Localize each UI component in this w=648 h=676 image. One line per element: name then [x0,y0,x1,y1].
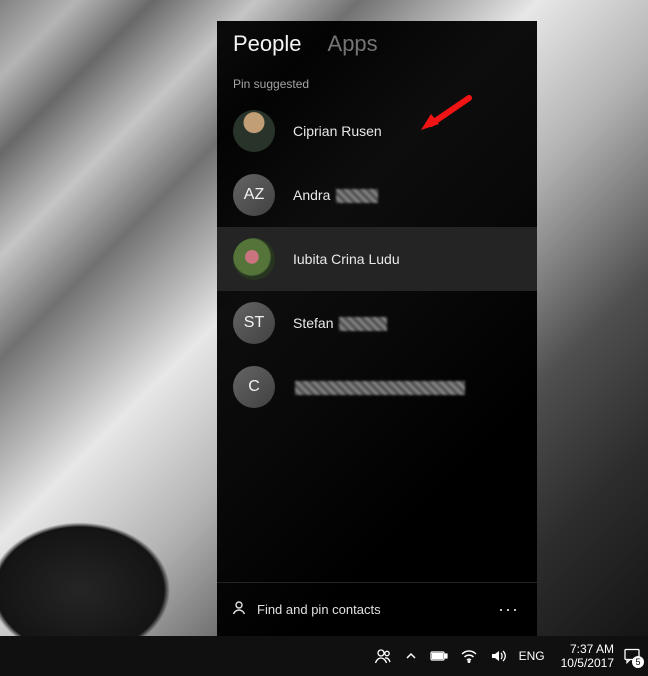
avatar: C [233,366,275,408]
contact-name [293,379,465,395]
find-contacts-label: Find and pin contacts [257,602,381,617]
volume-icon[interactable] [490,649,506,663]
contact-name: Iubita Crina Ludu [293,251,400,267]
avatar: ST [233,302,275,344]
system-tray: ENG [374,647,553,665]
person-icon [231,600,247,619]
avatar [233,110,275,152]
tab-apps[interactable]: Apps [328,31,378,57]
action-center-icon[interactable]: 5 [622,646,642,666]
taskbar-time: 7:37 AM [561,642,614,656]
contact-name: Ciprian Rusen [293,123,382,139]
avatar: AZ [233,174,275,216]
more-button[interactable]: ··· [494,597,523,622]
panel-footer: Find and pin contacts ··· [217,582,537,636]
taskbar-date: 10/5/2017 [561,656,614,670]
contact-row[interactable]: Ciprian Rusen [217,99,537,163]
desktop-background: People Apps Pin suggested Ciprian Rusen … [0,0,648,636]
battery-icon[interactable] [430,650,448,662]
notification-badge: 5 [632,656,644,668]
tab-strip: People Apps [217,21,537,59]
contact-row[interactable]: Iubita Crina Ludu [217,227,537,291]
avatar [233,238,275,280]
language-indicator[interactable]: ENG [519,649,545,663]
taskbar: ENG 7:37 AM 10/5/2017 5 [0,636,648,676]
contact-list: Ciprian Rusen AZ Andra Iubita Crina Ludu… [217,99,537,582]
redacted-text [295,381,465,395]
contact-row[interactable]: ST Stefan [217,291,537,355]
people-panel: People Apps Pin suggested Ciprian Rusen … [217,21,537,636]
contact-name: Stefan [293,315,387,331]
wifi-icon[interactable] [461,649,477,663]
redacted-text [336,189,378,203]
taskbar-clock[interactable]: 7:37 AM 10/5/2017 [553,642,622,670]
tray-chevron-up-icon[interactable] [405,650,417,662]
contact-row[interactable]: C [217,355,537,419]
redacted-text [339,317,387,331]
people-taskbar-icon[interactable] [374,647,392,665]
tab-people[interactable]: People [233,31,302,57]
contact-name: Andra [293,187,378,203]
find-contacts-button[interactable]: Find and pin contacts [231,600,381,619]
contact-row[interactable]: AZ Andra [217,163,537,227]
pin-suggested-label: Pin suggested [217,59,537,99]
